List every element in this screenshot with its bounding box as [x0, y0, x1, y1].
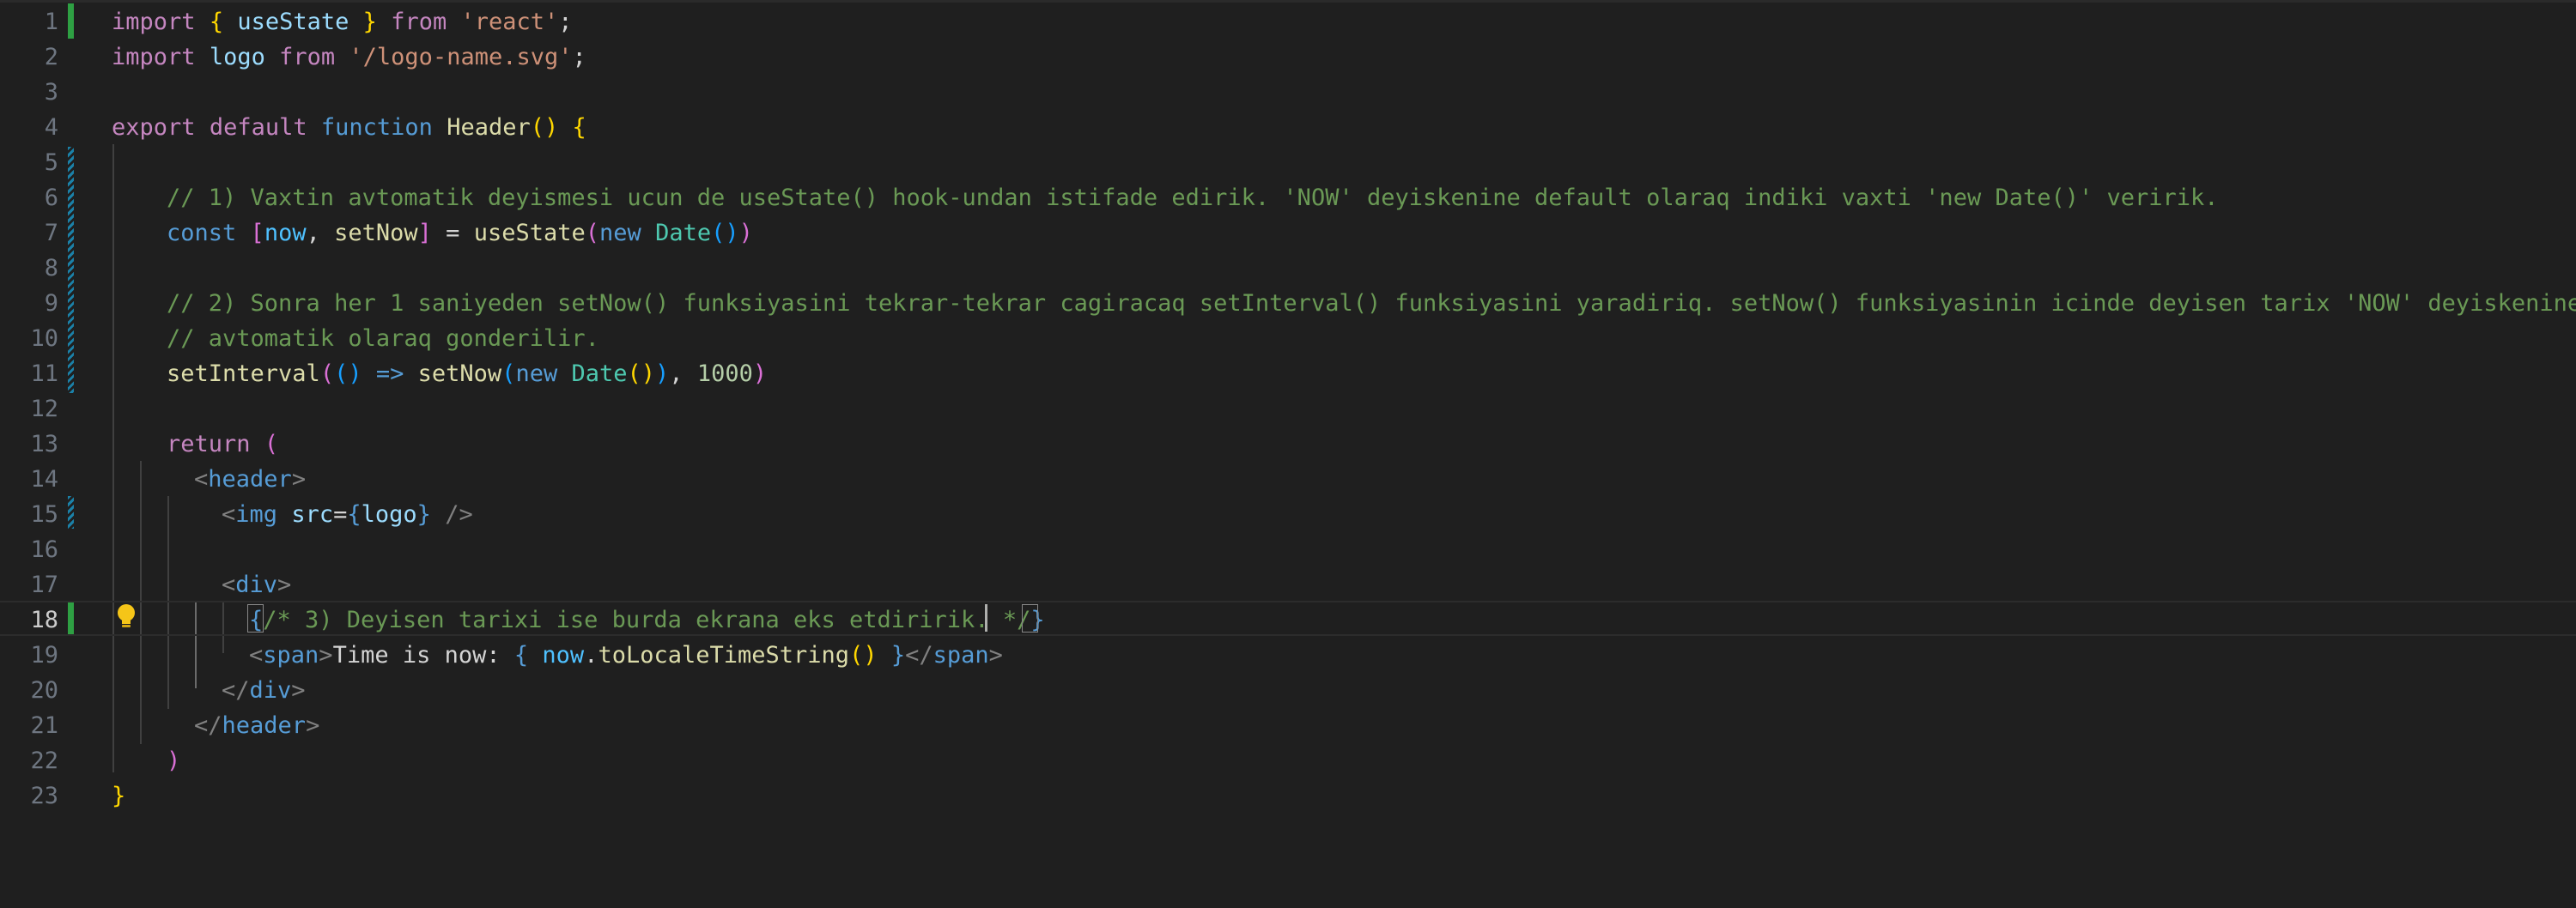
line-number: 15	[30, 501, 58, 528]
bracket-match-highlight	[1022, 604, 1038, 633]
code-line-14[interactable]: 14 <header>	[0, 462, 2576, 497]
line-content[interactable]: export default function Header() {	[112, 110, 586, 145]
code-line-16[interactable]: 16	[0, 532, 2576, 567]
code-line-20[interactable]: 20 </div>	[0, 673, 2576, 708]
line-content[interactable]: // 1) Vaxtin avtomatik deyismesi ucun de…	[167, 180, 2219, 215]
code-editor[interactable]: 1 import { useState } from 'react'; 2 im…	[0, 0, 2576, 908]
code-line-18-current[interactable]: 18 {/* 3) Deyisen tarixi ise burda ekran…	[0, 601, 2576, 636]
line-number-current: 18	[30, 607, 58, 633]
line-content[interactable]: // 2) Sonra her 1 saniyeden setNow() fun…	[167, 286, 2576, 321]
code-line-10[interactable]: 10 // avtomatik olaraq gonderilir.	[0, 321, 2576, 356]
code-line-12[interactable]: 12	[0, 391, 2576, 427]
line-number: 16	[30, 536, 58, 563]
editor-top-border	[0, 0, 2576, 3]
line-number: 4	[44, 114, 58, 141]
line-content[interactable]: // avtomatik olaraq gonderilir.	[167, 321, 599, 356]
code-line-15[interactable]: 15 <img src={logo} />	[0, 497, 2576, 532]
code-line-8[interactable]: 8	[0, 251, 2576, 286]
line-number: 5	[44, 149, 58, 176]
line-content[interactable]: import { useState } from 'react';	[112, 4, 573, 39]
code-line-1[interactable]: 1 import { useState } from 'react';	[0, 4, 2576, 39]
line-content[interactable]: import logo from '/logo-name.svg';	[112, 39, 586, 75]
line-number: 23	[30, 783, 58, 809]
line-number: 13	[30, 431, 58, 457]
line-number: 14	[30, 466, 58, 493]
line-number: 10	[30, 325, 58, 352]
text-cursor	[985, 604, 987, 632]
line-number: 6	[44, 185, 58, 211]
line-number: 12	[30, 396, 58, 422]
code-line-6[interactable]: 6 // 1) Vaxtin avtomatik deyismesi ucun …	[0, 180, 2576, 215]
line-number: 20	[30, 677, 58, 704]
lightbulb-icon[interactable]	[113, 602, 139, 631]
code-line-2[interactable]: 2 import logo from '/logo-name.svg';	[0, 39, 2576, 75]
line-content[interactable]: return (	[167, 427, 278, 462]
code-line-23[interactable]: 23 }	[0, 778, 2576, 814]
line-content[interactable]: setInterval(() => setNow(new Date()), 10…	[167, 356, 767, 391]
code-line-19[interactable]: 19 <span>Time is now: { now.toLocaleTime…	[0, 638, 2576, 673]
code-line-17[interactable]: 17 <div>	[0, 567, 2576, 602]
line-content[interactable]: }	[112, 778, 125, 814]
line-content[interactable]: </div>	[222, 673, 306, 708]
line-number: 17	[30, 572, 58, 598]
line-content[interactable]: <header>	[194, 462, 306, 497]
line-content[interactable]: <img src={logo} />	[222, 497, 473, 532]
line-content[interactable]: <div>	[222, 567, 291, 602]
line-number: 2	[44, 44, 58, 70]
code-line-9[interactable]: 9 // 2) Sonra her 1 saniyeden setNow() f…	[0, 286, 2576, 321]
line-number: 22	[30, 748, 58, 774]
line-number: 1	[44, 9, 58, 35]
line-content[interactable]: {/* 3) Deyisen tarixi ise burda ekrana e…	[249, 602, 1045, 638]
line-number: 19	[30, 642, 58, 669]
code-line-7[interactable]: 7 const [now, setNow] = useState(new Dat…	[0, 215, 2576, 251]
line-content[interactable]: <span>Time is now: { now.toLocaleTimeStr…	[249, 638, 1003, 673]
line-number: 11	[30, 360, 58, 387]
line-content[interactable]: )	[167, 743, 180, 778]
bracket-match-highlight	[247, 604, 264, 633]
line-number: 8	[44, 255, 58, 281]
code-line-21[interactable]: 21 </header>	[0, 708, 2576, 743]
code-line-4[interactable]: 4 export default function Header() {	[0, 110, 2576, 145]
line-number: 9	[44, 290, 58, 317]
code-line-5[interactable]: 5	[0, 145, 2576, 180]
code-line-22[interactable]: 22 )	[0, 743, 2576, 778]
line-number: 3	[44, 79, 58, 106]
line-number: 21	[30, 712, 58, 739]
code-line-3[interactable]: 3	[0, 75, 2576, 110]
line-number: 7	[44, 220, 58, 246]
line-content[interactable]: const [now, setNow] = useState(new Date(…	[167, 215, 753, 251]
line-content[interactable]: </header>	[194, 708, 319, 743]
code-line-13[interactable]: 13 return (	[0, 427, 2576, 462]
code-line-11[interactable]: 11 setInterval(() => setNow(new Date()),…	[0, 356, 2576, 391]
